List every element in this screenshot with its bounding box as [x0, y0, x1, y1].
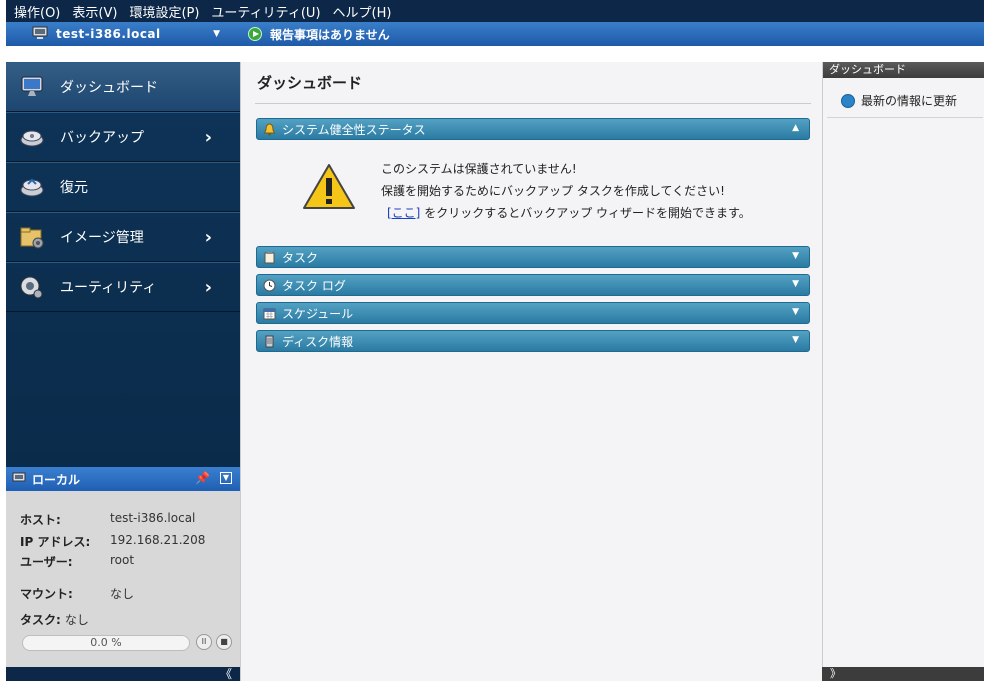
backup-icon — [18, 124, 46, 150]
alert-line-1: このシステムは保護されていません! — [381, 162, 577, 176]
local-panel-title: ローカル — [32, 472, 81, 487]
host-value: test-i386.local — [110, 511, 196, 525]
panel-system-health[interactable]: システム健全性ステータス ▲ — [256, 118, 810, 140]
collapse-left-button[interactable]: 《 — [6, 667, 240, 681]
bell-icon — [263, 122, 276, 136]
collapse-icon[interactable]: ▼ — [220, 472, 232, 484]
host-label: ホスト: — [20, 513, 61, 527]
expand-down-icon[interactable]: ▼ — [792, 335, 799, 345]
panel-tasks[interactable]: タスク ▼ — [256, 246, 810, 268]
progress-bar: 0.0 % — [22, 635, 190, 651]
collapse-right-button[interactable]: 》 — [822, 667, 984, 681]
menu-view[interactable]: 表示(V) — [72, 2, 117, 21]
panel-title: タスク ログ — [282, 278, 346, 293]
backup-wizard-link[interactable]: [ここ] — [387, 206, 420, 220]
refresh-button[interactable]: 最新の情報に更新 — [841, 92, 957, 109]
user-row: ユーザー: root — [20, 553, 134, 570]
mount-value: なし — [110, 587, 135, 601]
clock-icon — [263, 279, 276, 292]
computer-icon — [12, 472, 26, 487]
machine-bar: test-i386.local ▼ 報告事項はありません — [6, 22, 984, 46]
user-value: root — [110, 553, 135, 567]
panel-title: タスク — [282, 250, 319, 265]
menu-utilities[interactable]: ユーティリティ(U) — [211, 2, 320, 21]
panel-disk-info[interactable]: ディスク情報 ▼ — [256, 330, 810, 352]
ip-value: 192.168.21.208 — [110, 533, 206, 547]
main-content: ダッシュボード システム健全性ステータス ▲ このシステムは保護されていません!… — [240, 62, 822, 681]
sidebar-item-label: ダッシュボード — [60, 80, 158, 96]
task-row: タスク: なし — [20, 611, 89, 628]
panel-title: ディスク情報 — [282, 334, 354, 349]
panel-task-log[interactable]: タスク ログ ▼ — [256, 274, 810, 296]
sidebar-item-label: ユーティリティ — [60, 280, 157, 296]
host-row: ホスト: test-i386.local — [20, 511, 195, 528]
refresh-icon — [841, 93, 855, 108]
menu-operation[interactable]: 操作(O) — [14, 2, 60, 21]
expand-down-icon[interactable]: ▼ — [792, 251, 799, 261]
sidebar-item-label: バックアップ — [60, 130, 144, 146]
monitor-icon — [18, 74, 46, 100]
panel-title: システム健全性ステータス — [282, 122, 426, 137]
menu-bar: 操作(O) 表示(V) 環境設定(P) ユーティリティ(U) ヘルプ(H) — [6, 0, 984, 22]
sidebar-item-utilities[interactable]: ユーティリティ › — [6, 262, 240, 312]
sidebar-item-backup[interactable]: バックアップ › — [6, 112, 240, 162]
alert-line-2: 保護を開始するためにバックアップ タスクを作成してください! — [381, 184, 725, 198]
user-label: ユーザー: — [20, 555, 73, 569]
local-panel-header: ローカル 📌 ▼ — [6, 467, 240, 491]
sidebar-item-label: 復元 — [60, 180, 88, 196]
machine-selector[interactable]: test-i386.local ▼ — [6, 26, 240, 43]
dropdown-arrow-icon[interactable]: ▼ — [213, 29, 220, 39]
sidebar-item-dashboard[interactable]: ダッシュボード — [6, 62, 240, 112]
calendar-icon — [263, 307, 276, 320]
task-value: なし — [64, 613, 89, 627]
refresh-label: 最新の情報に更新 — [861, 94, 958, 108]
pause-icon[interactable]: II — [196, 634, 212, 650]
sidebar-nav: ダッシュボード バックアップ › 復元 イメージ管理 › ユーティリティ › — [6, 62, 240, 467]
right-panel: ダッシュボード 最新の情報に更新 — [822, 62, 984, 681]
task-label: タスク: — [20, 613, 61, 627]
local-panel: ホスト: test-i386.local IP アドレス: 192.168.21… — [6, 491, 240, 667]
double-chevron-right-icon: 》 — [830, 667, 841, 680]
stop-icon[interactable]: ■ — [216, 634, 232, 650]
status-ok-icon — [248, 27, 262, 41]
double-chevron-left-icon: 《 — [219, 667, 232, 681]
ip-row: IP アドレス: 192.168.21.208 — [20, 533, 205, 550]
disk-icon — [263, 335, 276, 348]
utility-icon — [18, 274, 46, 300]
right-panel-title: ダッシュボード — [823, 62, 984, 78]
alert-line-3: [ここ] をクリックするとバックアップ ウィザードを開始できます。 — [387, 204, 751, 221]
warning-icon — [301, 162, 357, 212]
progress-text: 0.0 % — [90, 636, 122, 649]
chevron-right-icon: › — [204, 126, 212, 148]
expand-down-icon[interactable]: ▼ — [792, 307, 799, 317]
title-divider — [255, 103, 811, 104]
ip-label: IP アドレス: — [20, 535, 91, 549]
page-title: ダッシュボード — [257, 74, 363, 92]
mount-row: マウント: なし — [20, 585, 134, 602]
computer-icon — [32, 26, 48, 43]
expand-down-icon[interactable]: ▼ — [792, 279, 799, 289]
folder-gear-icon — [18, 224, 46, 250]
panel-title: スケジュール — [282, 306, 354, 321]
machine-name: test-i386.local — [56, 27, 161, 41]
chevron-right-icon: › — [204, 226, 212, 248]
sidebar-item-label: イメージ管理 — [60, 230, 144, 246]
alert-line-3-text: をクリックするとバックアップ ウィザードを開始できます。 — [420, 206, 751, 220]
sidebar-item-image-management[interactable]: イメージ管理 › — [6, 212, 240, 262]
restore-icon — [18, 174, 46, 200]
right-divider — [827, 117, 983, 118]
collapse-up-icon[interactable]: ▲ — [792, 123, 799, 133]
menu-help[interactable]: ヘルプ(H) — [333, 2, 392, 21]
chevron-right-icon: › — [204, 276, 212, 298]
status-message: 報告事項はありません — [248, 26, 390, 43]
status-text: 報告事項はありません — [270, 27, 390, 42]
pin-icon[interactable]: 📌 — [195, 471, 210, 485]
clipboard-icon — [263, 251, 276, 264]
mount-label: マウント: — [20, 587, 73, 601]
menu-preferences[interactable]: 環境設定(P) — [129, 2, 199, 21]
sidebar-item-restore[interactable]: 復元 — [6, 162, 240, 212]
panel-schedule[interactable]: スケジュール ▼ — [256, 302, 810, 324]
